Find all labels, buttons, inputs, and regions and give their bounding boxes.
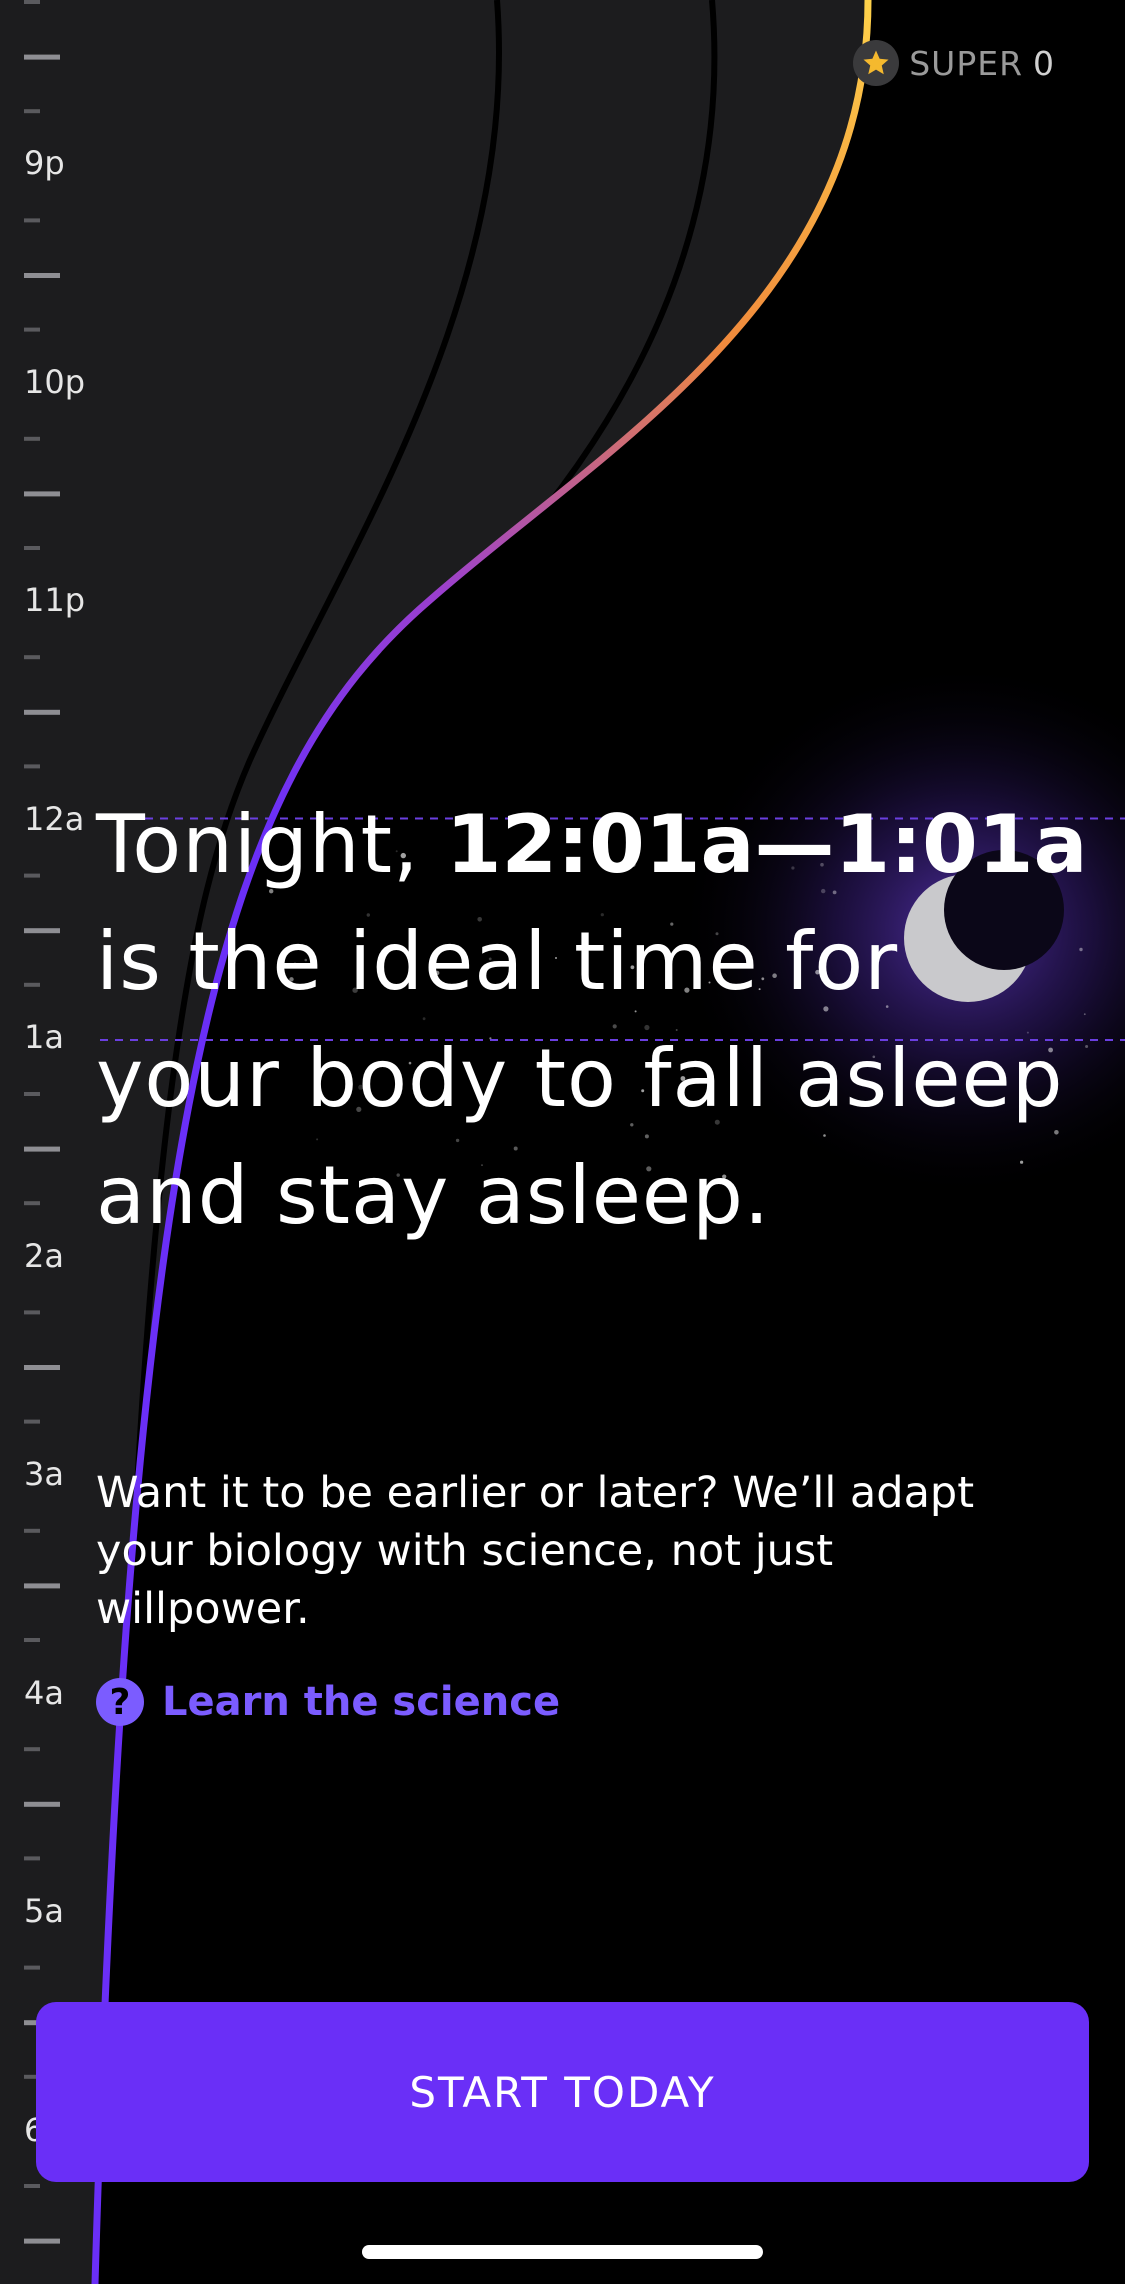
question-icon: ? — [96, 1678, 144, 1726]
super-badge[interactable]: SUPER 0 — [853, 40, 1055, 86]
timeline-tick — [24, 1419, 40, 1424]
timeline-tick — [24, 709, 60, 715]
sleep-window-headline: Tonight, 12:01a—1:01a is the ideal time … — [96, 786, 1096, 1254]
timeline-tick — [24, 1146, 60, 1152]
timeline-tick — [24, 109, 40, 114]
time-label: 12a — [24, 799, 85, 838]
timeline-tick — [24, 928, 60, 934]
timeline-tick — [24, 764, 40, 769]
timeline-rail — [0, 0, 92, 2284]
time-label: 2a — [24, 1236, 64, 1275]
timeline-tick — [24, 1092, 40, 1096]
headline-suffix: is the ideal time for your body to fall … — [96, 915, 1064, 1242]
learn-science-link[interactable]: ? Learn the science — [96, 1678, 560, 1726]
super-label: SUPER — [909, 43, 1023, 83]
timeline-tick — [24, 546, 40, 550]
super-count: 0 — [1033, 43, 1055, 83]
time-label: 11p — [24, 581, 86, 619]
timeline-tick — [24, 273, 60, 278]
sleep-window-time: 12:01a—1:01a — [445, 798, 1088, 891]
timeline-tick — [24, 1801, 60, 1807]
headline-prefix: Tonight, — [96, 798, 446, 891]
time-label: 10p — [24, 362, 86, 401]
timeline-tick — [24, 1365, 60, 1370]
time-label: 4a — [24, 1673, 64, 1712]
timeline-tick — [24, 655, 40, 660]
time-label: 5a — [24, 1892, 64, 1930]
timeline-tick — [24, 2184, 40, 2188]
timeline-tick — [24, 0, 40, 4]
timeline-tick — [24, 1310, 40, 1315]
start-today-button[interactable]: START TODAY — [36, 2002, 1089, 2182]
timeline-tick — [24, 1638, 40, 1642]
timeline-tick — [24, 218, 40, 223]
timeline-tick — [24, 1201, 40, 1206]
timeline-tick — [24, 1583, 60, 1589]
explanation-text: Want it to be earlier or later? We’ll ad… — [96, 1468, 975, 1634]
timeline-tick — [24, 54, 60, 60]
timeline-tick — [24, 1747, 40, 1752]
star-icon — [853, 40, 900, 86]
learn-science-label: Learn the science — [162, 1679, 561, 1725]
home-indicator[interactable] — [362, 2245, 763, 2259]
timeline-tick — [24, 1856, 40, 1861]
time-label: 1a — [24, 1018, 64, 1056]
timeline-tick — [24, 873, 40, 878]
time-label: 9p — [24, 144, 65, 182]
timeline-tick — [24, 327, 40, 332]
timeline-tick — [24, 982, 40, 987]
timeline-tick — [24, 491, 60, 497]
timeline-tick — [24, 1965, 40, 1970]
timeline-tick — [24, 436, 40, 441]
time-label: 3a — [24, 1455, 64, 1493]
timeline-tick — [24, 2238, 60, 2244]
timeline-tick — [24, 1528, 40, 1533]
